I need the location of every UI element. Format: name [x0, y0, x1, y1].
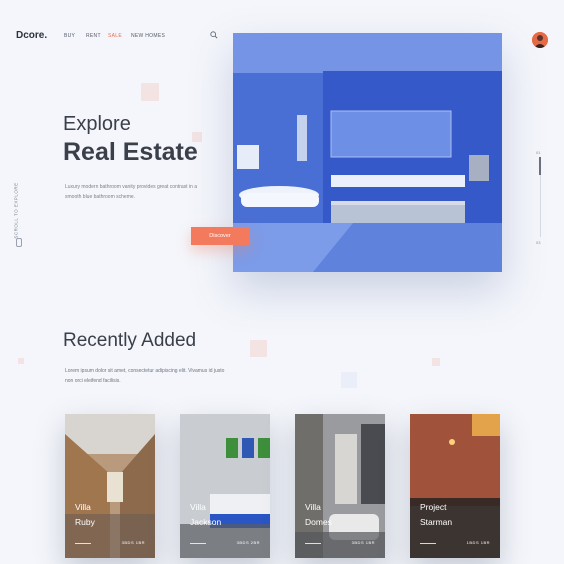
card-title-line1: Villa: [305, 502, 321, 512]
card-meta: 3BDS 1BR: [351, 540, 375, 545]
discover-button[interactable]: Discover: [191, 227, 249, 245]
card-title-line1: Project: [420, 502, 447, 512]
pager-current: 01: [536, 150, 541, 155]
nav-rent[interactable]: RENT: [86, 33, 101, 39]
card-title-line2: Starman: [420, 517, 453, 527]
card-footer: 3BDS 1BR: [305, 540, 375, 546]
card-image: [180, 414, 270, 558]
pager-indicator[interactable]: [539, 157, 541, 175]
card-meta: 3BDS 2BR: [236, 540, 260, 545]
scroll-label: SCROLL TO EXPLORE: [13, 182, 19, 239]
card-footer: 3BDS 1BR: [75, 540, 145, 546]
hero-title-bold: Real Estate: [63, 138, 198, 166]
nav-buy[interactable]: BUY: [64, 33, 75, 39]
property-card-jackson[interactable]: Villa Jackson 3BDS 2BR: [180, 414, 270, 558]
avatar[interactable]: [532, 32, 548, 48]
card-title-line2: Jackson: [190, 517, 222, 527]
property-card-starman[interactable]: Project Starman 1BDS 1BR: [410, 414, 500, 558]
card-title: Villa Domes: [305, 500, 332, 530]
card-image: [65, 414, 155, 558]
decor-square: [341, 372, 357, 388]
nav-sale[interactable]: SALE: [108, 33, 122, 39]
hero-description: Luxury modern bathroom vanity provides g…: [65, 184, 198, 200]
pager-total: 03: [536, 240, 541, 245]
mouse-icon: [16, 238, 22, 247]
card-meta: 1BDS 1BR: [466, 540, 490, 545]
section-description: Lorem ipsum dolor sit amet, consectetur …: [65, 368, 225, 384]
decor-square: [18, 358, 24, 364]
card-image: [410, 414, 500, 558]
card-title-line1: Villa: [190, 502, 206, 512]
property-card-domes[interactable]: Villa Domes 3BDS 1BR: [295, 414, 385, 558]
hero-title-light: Explore: [63, 113, 131, 135]
card-title: Villa Jackson: [190, 500, 221, 530]
search-icon[interactable]: [210, 31, 218, 39]
card-image: [295, 414, 385, 558]
card-title-line1: Villa: [75, 502, 91, 512]
property-card-ruby[interactable]: Villa Ruby 3BDS 1BR: [65, 414, 155, 558]
card-divider: [75, 543, 91, 544]
card-title-line2: Domes: [305, 517, 332, 527]
card-divider: [305, 543, 321, 544]
card-meta: 3BDS 1BR: [121, 540, 145, 545]
card-title: Villa Ruby: [75, 500, 95, 530]
decor-square: [141, 83, 159, 101]
card-divider: [420, 543, 436, 544]
card-title-line2: Ruby: [75, 517, 95, 527]
avatar-image: [532, 32, 548, 48]
decor-square: [250, 340, 267, 357]
logo[interactable]: Dcore.: [16, 30, 47, 41]
nav-new-homes[interactable]: NEW HOMES: [131, 33, 165, 39]
card-title: Project Starman: [420, 500, 452, 530]
hero-image: [233, 33, 502, 272]
section-title: Recently Added: [63, 330, 197, 351]
card-footer: 3BDS 2BR: [190, 540, 260, 546]
card-divider: [190, 543, 206, 544]
card-footer: 1BDS 1BR: [420, 540, 490, 546]
decor-square: [432, 358, 440, 366]
